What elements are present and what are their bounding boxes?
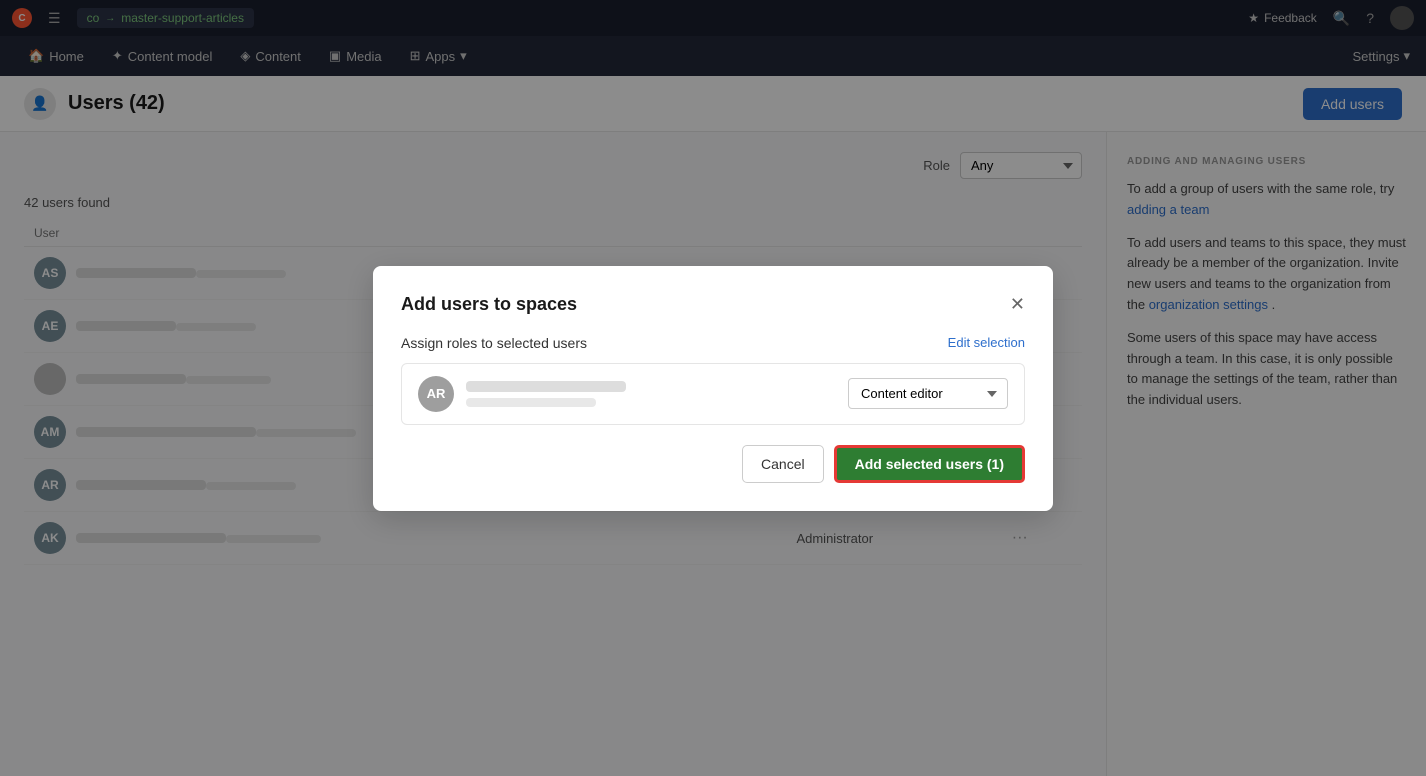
modal-role-select[interactable]: Content editor Author Administrator Read… xyxy=(848,378,1008,409)
modal-header: Add users to spaces ✕ xyxy=(401,294,1025,315)
edit-selection-link[interactable]: Edit selection xyxy=(948,335,1025,350)
modal-footer: Cancel Add selected users (1) xyxy=(401,445,1025,483)
modal-user-info xyxy=(466,381,836,407)
modal-title: Add users to spaces xyxy=(401,294,577,315)
add-selected-users-button[interactable]: Add selected users (1) xyxy=(834,445,1025,483)
modal-assign-row: Assign roles to selected users Edit sele… xyxy=(401,335,1025,351)
modal-user-row: AR Content editor Author Administrator R… xyxy=(401,363,1025,425)
modal-close-button[interactable]: ✕ xyxy=(1010,295,1025,313)
modal-overlay: Add users to spaces ✕ Assign roles to se… xyxy=(0,0,1426,776)
modal-user-name-placeholder xyxy=(466,381,626,392)
modal-assign-label: Assign roles to selected users xyxy=(401,335,587,351)
modal-user-email-placeholder xyxy=(466,398,596,407)
modal-add-users: Add users to spaces ✕ Assign roles to se… xyxy=(373,266,1053,511)
cancel-button[interactable]: Cancel xyxy=(742,445,824,483)
modal-user-avatar: AR xyxy=(418,376,454,412)
